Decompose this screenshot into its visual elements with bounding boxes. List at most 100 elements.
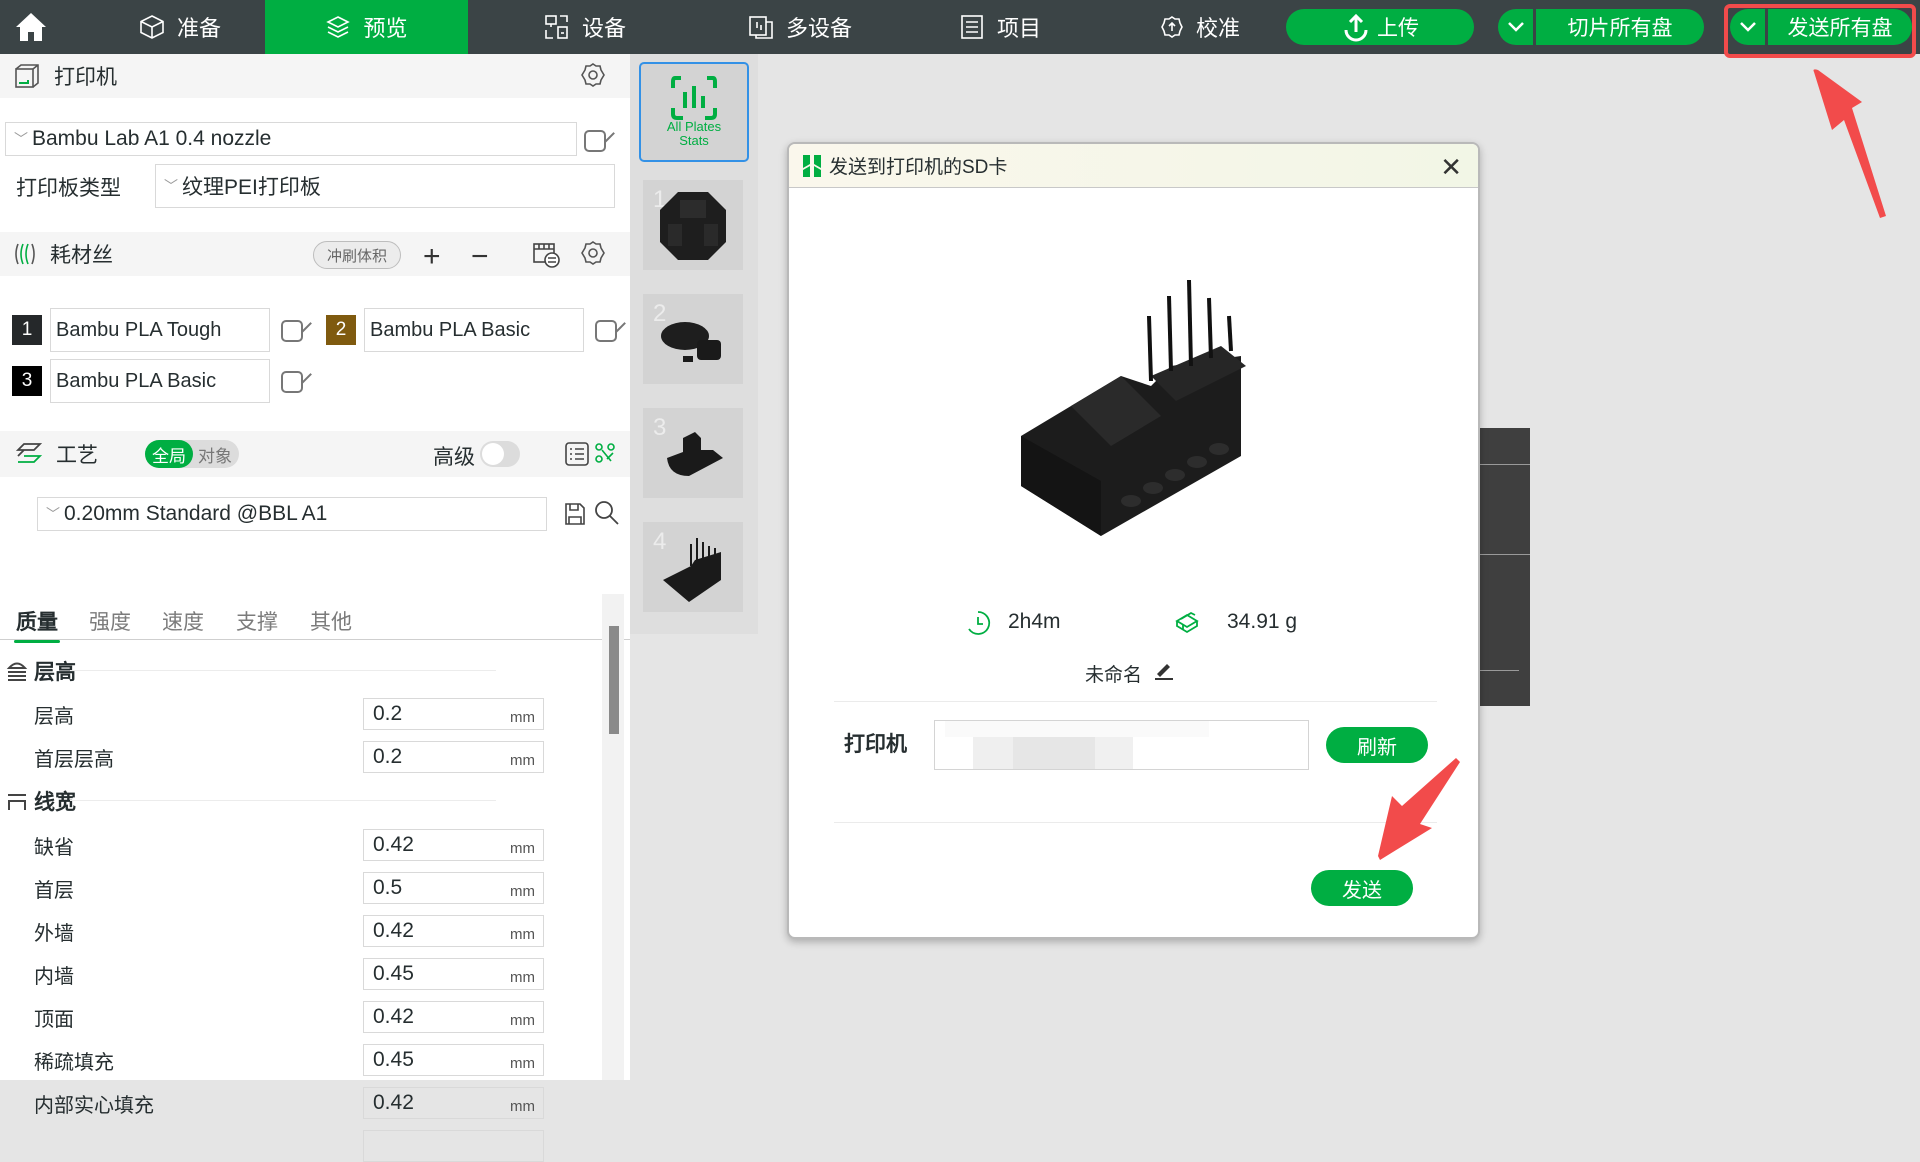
filament-slot-1-select[interactable]: Bambu PLA Tough bbox=[50, 308, 270, 352]
home-button[interactable] bbox=[12, 8, 50, 46]
save-icon bbox=[565, 503, 585, 525]
outer-wall-line-width-input[interactable]: 0.42 mm bbox=[363, 915, 544, 947]
rename-pencil-icon[interactable] bbox=[1153, 659, 1175, 681]
filament-settings-button[interactable] bbox=[580, 240, 606, 266]
process-preset-select[interactable]: ﹀ 0.20mm Standard @BBL A1 bbox=[37, 497, 547, 531]
chevron-down-icon: ﹀ bbox=[14, 131, 28, 147]
plate-4-thumbnail[interactable]: 4 bbox=[643, 522, 743, 612]
multi-device-icon bbox=[749, 16, 773, 39]
next-param-input[interactable] bbox=[363, 1130, 544, 1162]
param-value: 0.42 bbox=[373, 1091, 414, 1114]
param-unit: mm bbox=[510, 925, 535, 943]
process-preset-value: 0.20mm Standard @BBL A1 bbox=[64, 502, 328, 525]
printer-section-header: 打印机 bbox=[0, 54, 630, 98]
param-unit: mm bbox=[510, 882, 535, 900]
scope-global-option[interactable]: 全局 bbox=[145, 440, 193, 468]
bambu-logo-icon bbox=[803, 154, 821, 177]
tab-preview[interactable]: 预览 bbox=[265, 0, 468, 54]
upload-button[interactable]: 上传 bbox=[1286, 9, 1474, 45]
tab-quality[interactable]: 质量 bbox=[14, 606, 60, 643]
tab-device[interactable]: 设备 bbox=[510, 0, 660, 54]
edit-printer-icon[interactable] bbox=[584, 130, 606, 152]
close-button[interactable]: ✕ bbox=[1440, 152, 1462, 183]
process-layers-icon bbox=[16, 443, 42, 463]
group-line-width: 线宽 bbox=[6, 786, 76, 816]
layer-height-input[interactable]: 0.2 mm bbox=[363, 698, 544, 730]
save-preset-button[interactable] bbox=[564, 502, 586, 526]
filament-weight-icon bbox=[1175, 611, 1199, 634]
slice-all-button[interactable]: 切片所有盘 bbox=[1498, 9, 1704, 45]
sidebar-scrollbar-thumb[interactable] bbox=[609, 626, 619, 734]
tab-strength[interactable]: 强度 bbox=[89, 606, 131, 636]
param-unit: mm bbox=[510, 968, 535, 986]
filament-slot-3-select[interactable]: Bambu PLA Basic bbox=[50, 359, 270, 403]
filament-weight: 34.91 g bbox=[1227, 610, 1298, 633]
filament-slot-2-badge[interactable]: 2 bbox=[326, 315, 356, 345]
tab-others[interactable]: 其他 bbox=[310, 606, 352, 636]
plate-type-select[interactable]: ﹀ 纹理PEI打印板 bbox=[155, 164, 615, 208]
chevron-down-icon: ﹀ bbox=[164, 178, 178, 194]
tab-label: 预览 bbox=[363, 16, 408, 41]
param-value: 0.2 bbox=[373, 745, 403, 768]
edit-filament-1-icon[interactable] bbox=[281, 320, 303, 342]
tab-support[interactable]: 支撑 bbox=[236, 606, 278, 636]
process-tabs: 质量 强度 速度 支撑 其他 bbox=[0, 606, 630, 643]
all-plates-stats-button[interactable]: All Plates Stats bbox=[639, 62, 749, 162]
param-label: 首层 bbox=[34, 880, 74, 902]
list-icon bbox=[961, 15, 983, 39]
initial-layer-height-input[interactable]: 0.2 mm bbox=[363, 741, 544, 773]
line-width-icon bbox=[8, 794, 26, 810]
param-value: 0.42 bbox=[373, 833, 414, 856]
param-value: 0.42 bbox=[373, 919, 414, 942]
param-value: 0.5 bbox=[373, 876, 403, 899]
flush-volume-button[interactable]: 冲刷体积 bbox=[313, 241, 401, 269]
plate-2-thumbnail[interactable]: 2 bbox=[643, 294, 743, 384]
sparse-infill-line-width-input[interactable]: 0.45 mm bbox=[363, 1044, 544, 1076]
group-title: 线宽 bbox=[34, 791, 76, 814]
printer-label: 打印机 bbox=[844, 733, 907, 756]
advanced-toggle[interactable] bbox=[480, 441, 520, 467]
send-button[interactable]: 发送 bbox=[1311, 870, 1413, 906]
filament-slot-1-badge[interactable]: 1 bbox=[12, 315, 42, 345]
plate-1-thumbnail[interactable]: 1 bbox=[643, 180, 743, 270]
tab-calibration[interactable]: 校准 bbox=[1125, 0, 1275, 54]
advanced-label: 高级 bbox=[433, 446, 475, 469]
printer-icon bbox=[15, 64, 39, 88]
filament-sync-button[interactable] bbox=[532, 242, 560, 268]
parameter-list-button[interactable] bbox=[564, 441, 590, 467]
plate-3-thumbnail[interactable]: 3 bbox=[643, 408, 743, 498]
remove-filament-button[interactable]: − bbox=[471, 240, 489, 274]
tab-project[interactable]: 项目 bbox=[925, 0, 1075, 54]
printer-settings-button[interactable] bbox=[580, 62, 606, 88]
group-title: 层高 bbox=[34, 661, 76, 684]
stats-label: Stats bbox=[679, 133, 709, 148]
scope-object-option[interactable]: 对象 bbox=[193, 440, 237, 468]
param-unit: mm bbox=[510, 839, 535, 857]
add-filament-button[interactable]: + bbox=[423, 240, 441, 274]
redacted-block bbox=[945, 721, 1209, 737]
compare-button[interactable] bbox=[594, 442, 616, 464]
slice-dropdown-toggle[interactable] bbox=[1498, 9, 1536, 45]
divider bbox=[834, 822, 1437, 823]
redacted-block bbox=[1013, 737, 1095, 769]
model-preview bbox=[661, 322, 721, 362]
tab-speed[interactable]: 速度 bbox=[162, 606, 204, 636]
filament-slot-2-select[interactable]: Bambu PLA Basic bbox=[364, 308, 584, 352]
top-surface-line-width-input[interactable]: 0.42 mm bbox=[363, 1001, 544, 1033]
printer-preset-select[interactable]: ﹀ Bambu Lab A1 0.4 nozzle bbox=[5, 122, 577, 156]
edit-filament-3-icon[interactable] bbox=[281, 371, 303, 393]
default-line-width-input[interactable]: 0.42 mm bbox=[363, 829, 544, 861]
filament-slot-3-badge[interactable]: 3 bbox=[12, 366, 42, 396]
printer-select[interactable] bbox=[934, 720, 1309, 770]
tab-multi-device[interactable]: 多设备 bbox=[710, 0, 890, 54]
search-parameters-button[interactable] bbox=[594, 500, 620, 526]
first-layer-line-width-input[interactable]: 0.5 mm bbox=[363, 872, 544, 904]
edit-filament-2-icon[interactable] bbox=[595, 320, 617, 342]
cube-icon bbox=[140, 15, 164, 39]
param-unit: mm bbox=[510, 1097, 535, 1115]
tab-prepare[interactable]: 准备 bbox=[95, 0, 265, 54]
process-section-title: 工艺 bbox=[56, 444, 98, 467]
inner-wall-line-width-input[interactable]: 0.45 mm bbox=[363, 958, 544, 990]
layers-icon bbox=[326, 16, 351, 38]
internal-solid-infill-line-width-input[interactable]: 0.42 mm bbox=[363, 1087, 544, 1119]
